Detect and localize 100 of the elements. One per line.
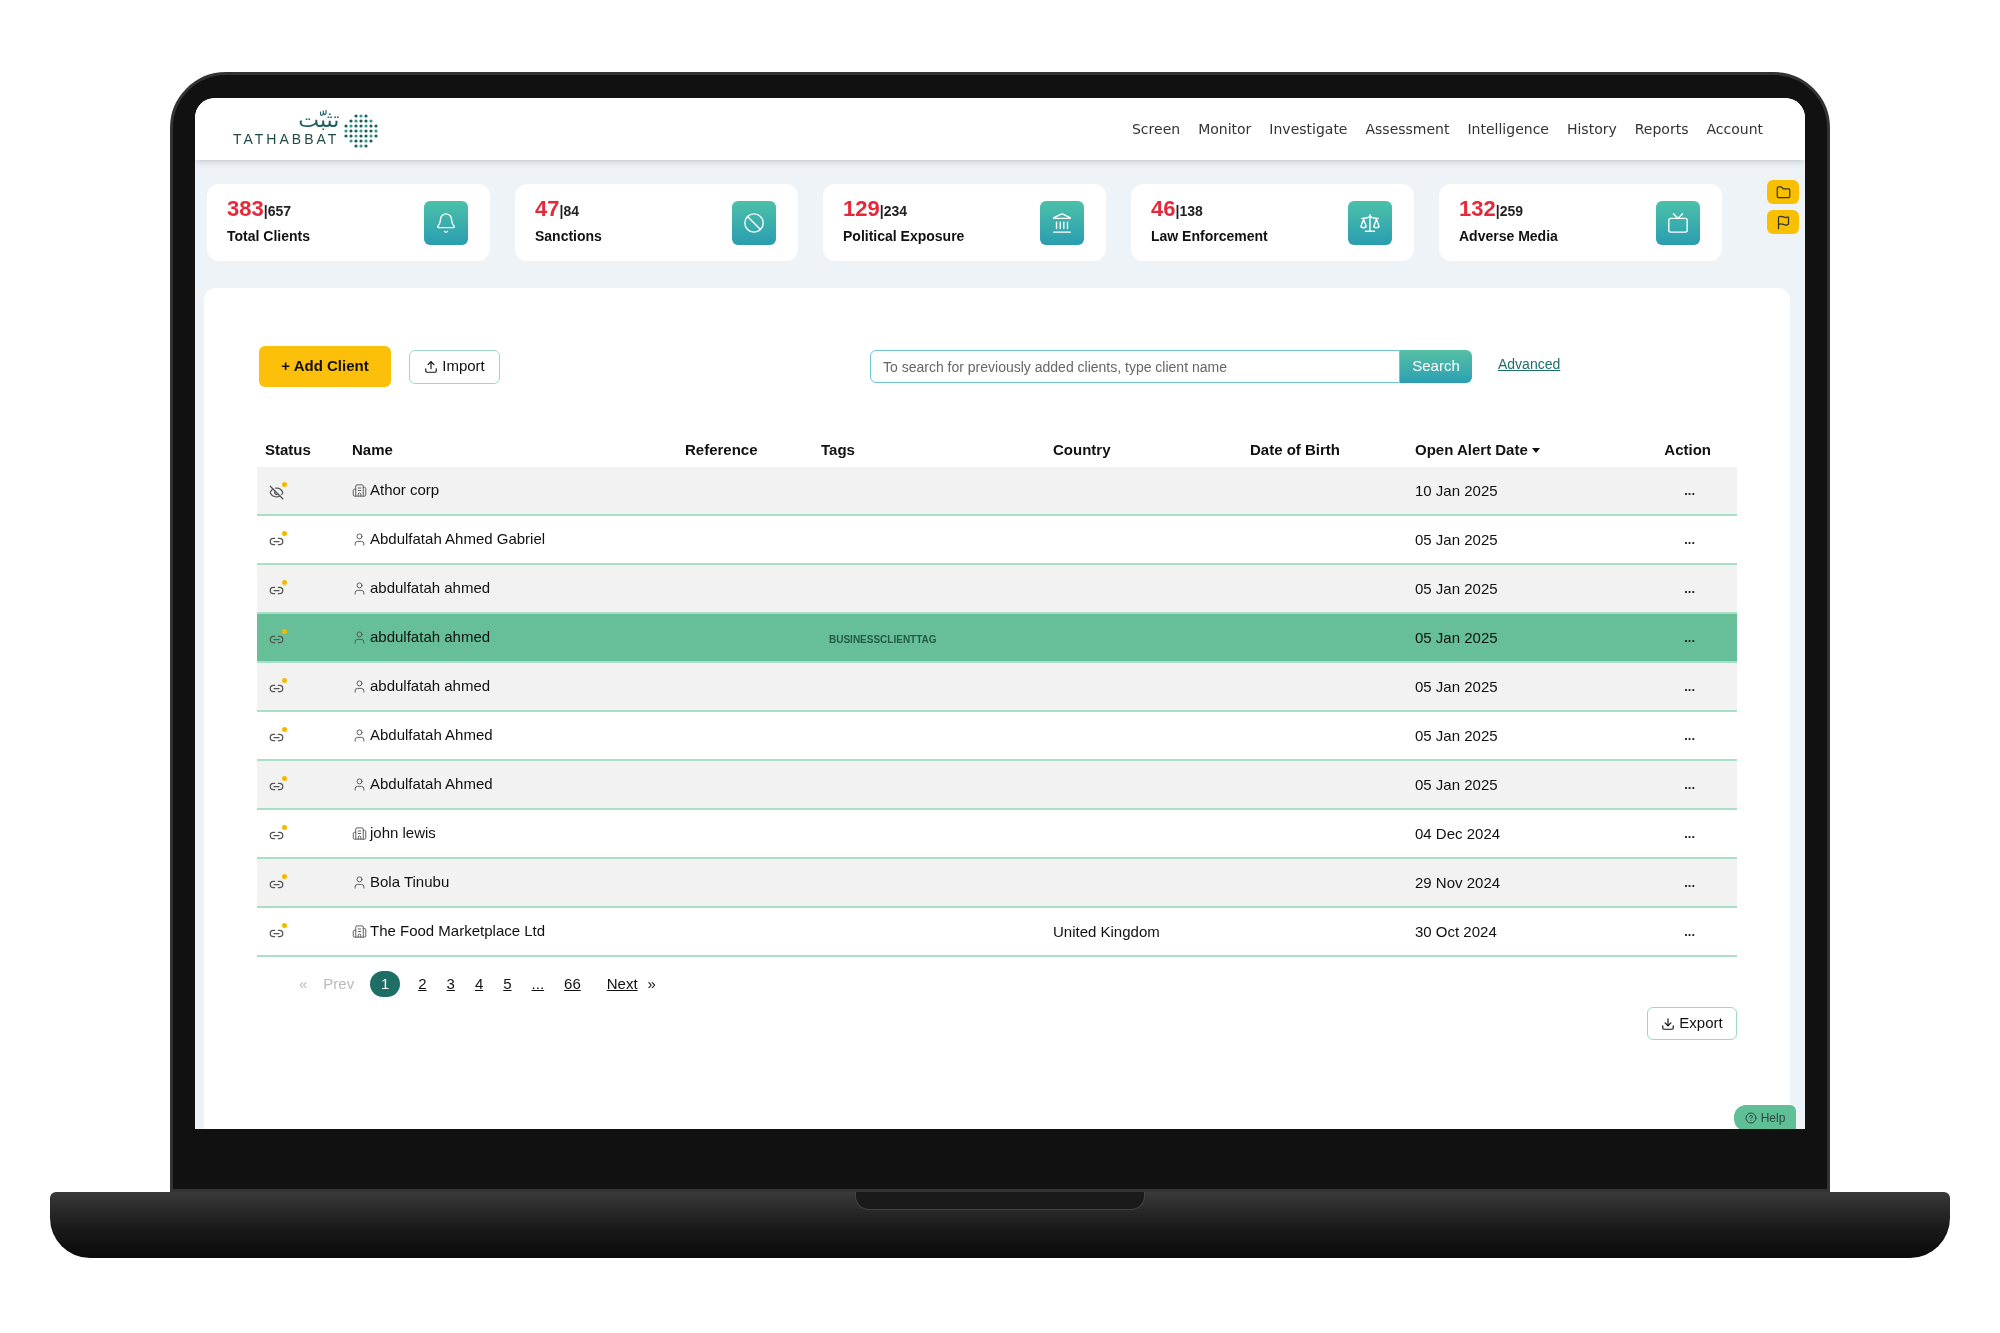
- client-name: The Food Marketplace Ltd: [370, 921, 546, 942]
- table-row[interactable]: abdulfatah ahmed BUSINESSCLIENTTAG 05 Jan 2025 ...: [257, 614, 1737, 663]
- table-cell: 05 Jan 2025: [1415, 677, 1498, 695]
- stat-total: |138: [1175, 203, 1203, 221]
- client-name: Bola Tinubu: [370, 872, 450, 893]
- page-link[interactable]: 2: [416, 972, 429, 996]
- logo-arabic-text: تثبّت: [298, 109, 340, 132]
- column-header[interactable]: Action: [1664, 438, 1711, 462]
- tag-label: BUSINESSCLIENTTAG: [829, 633, 937, 645]
- person-icon: [352, 777, 367, 792]
- nav-link[interactable]: Intelligence: [1467, 118, 1549, 140]
- search-field[interactable]: To search for previously added clients, type client name: [870, 350, 1400, 383]
- more-actions-button[interactable]: ...: [1684, 778, 1695, 791]
- folder-icon: [1775, 184, 1791, 200]
- table-row[interactable]: Abdulfatah Ahmed 05 Jan 2025 ...: [257, 761, 1737, 810]
- logo-text: TATHABBAT: [233, 131, 340, 149]
- more-actions-button[interactable]: ...: [1684, 484, 1695, 497]
- table-cell: 05 Jan 2025: [1415, 775, 1498, 793]
- building-icon: [352, 924, 367, 939]
- client-name: Abdulfatah Ahmed: [370, 725, 493, 746]
- more-actions-button[interactable]: ...: [1684, 729, 1695, 742]
- page-link[interactable]: 4: [472, 972, 486, 996]
- table-cell: 04 Dec 2024: [1415, 824, 1501, 842]
- nav-link[interactable]: Screen: [1132, 118, 1181, 140]
- table-cell: 05 Jan 2025: [1415, 530, 1498, 548]
- table-cell: 05 Jan 2025: [1415, 726, 1498, 744]
- upload-icon: [424, 359, 439, 374]
- nav-link[interactable]: Account: [1706, 118, 1763, 140]
- building-icon: [352, 826, 367, 841]
- folder-button[interactable]: [1767, 180, 1799, 204]
- column-header[interactable]: Tags: [821, 438, 855, 462]
- page-link[interactable]: 66: [562, 972, 583, 996]
- stat-label: Political Exposure: [843, 227, 965, 246]
- last-page-arrow[interactable]: »: [647, 972, 656, 996]
- client-name: abdulfatah ahmed: [370, 578, 491, 599]
- nav-link[interactable]: Monitor: [1198, 118, 1252, 140]
- column-header[interactable]: Status: [265, 438, 311, 462]
- more-actions-button[interactable]: ...: [1684, 827, 1695, 840]
- ban-icon: [732, 200, 776, 245]
- more-actions-button[interactable]: ...: [1684, 925, 1695, 938]
- column-header[interactable]: Reference: [685, 438, 758, 462]
- table-cell: 05 Jan 2025: [1415, 628, 1498, 646]
- column-header[interactable]: Name: [352, 438, 393, 462]
- nav-link[interactable]: History: [1566, 118, 1617, 140]
- nav-link[interactable]: Investigate: [1269, 118, 1348, 140]
- stat-value: 47: [535, 198, 560, 220]
- stat-value: 132: [1459, 198, 1496, 220]
- sort-caret-icon: [1531, 447, 1540, 453]
- table-row[interactable]: abdulfatah ahmed 05 Jan 2025 ...: [257, 663, 1737, 712]
- person-icon: [352, 875, 367, 890]
- column-header[interactable]: Country: [1053, 438, 1111, 462]
- nav-link[interactable]: Assessment: [1365, 118, 1450, 140]
- help-icon: [1744, 1112, 1757, 1124]
- more-actions-button[interactable]: ...: [1684, 582, 1695, 595]
- more-actions-button[interactable]: ...: [1684, 631, 1695, 644]
- table-row[interactable]: abdulfatah ahmed 05 Jan 2025 ...: [257, 565, 1737, 614]
- globe-logo-icon: [343, 112, 380, 149]
- stat-total: |234: [879, 203, 907, 221]
- download-icon: [1661, 1016, 1676, 1031]
- stat-label: Adverse Media: [1459, 227, 1558, 246]
- page-link[interactable]: 1: [370, 971, 401, 997]
- nav-link[interactable]: Reports: [1634, 118, 1689, 140]
- stat-total: |657: [263, 203, 291, 221]
- import-button[interactable]: Import: [409, 349, 500, 384]
- next-page-link[interactable]: Next: [606, 972, 638, 996]
- more-actions-button[interactable]: ...: [1684, 876, 1695, 889]
- more-actions-button[interactable]: ...: [1684, 680, 1695, 693]
- table-cell: 05 Jan 2025: [1415, 579, 1498, 597]
- page-link[interactable]: 5: [501, 972, 514, 996]
- client-name: abdulfatah ahmed: [370, 627, 491, 648]
- column-header[interactable]: Open Alert Date: [1415, 438, 1540, 462]
- help-button[interactable]: Help: [1734, 1105, 1796, 1129]
- table-cell: 10 Jan 2025: [1415, 481, 1498, 499]
- client-name: john lewis: [370, 823, 436, 844]
- client-name: Abdulfatah Ahmed Gabriel: [370, 529, 546, 550]
- table-cell: 29 Nov 2024: [1415, 873, 1501, 891]
- more-actions-button[interactable]: ...: [1684, 533, 1695, 546]
- client-name: Abdulfatah Ahmed: [370, 774, 493, 795]
- person-icon: [352, 728, 367, 743]
- stat-value: 383: [227, 198, 264, 220]
- add-client-button[interactable]: + Add Client: [259, 346, 391, 387]
- table-row[interactable]: Bola Tinubu 29 Nov 2024 ...: [257, 859, 1737, 908]
- page-link[interactable]: ...: [529, 972, 547, 996]
- table-row[interactable]: Athor corp 10 Jan 2025 ...: [257, 467, 1737, 516]
- flag-icon: [1775, 214, 1791, 230]
- bank-icon: [1040, 200, 1084, 245]
- person-icon: [352, 581, 367, 596]
- advanced-search-link[interactable]: Advanced: [1498, 354, 1561, 375]
- stat-total: |84: [559, 202, 579, 221]
- flag-button[interactable]: [1767, 210, 1799, 234]
- table-cell: United Kingdom: [1053, 922, 1160, 940]
- stat-value: 129: [843, 198, 880, 220]
- client-name: abdulfatah ahmed: [370, 676, 491, 697]
- export-button[interactable]: Export: [1647, 1007, 1737, 1040]
- bell-icon: [424, 200, 468, 245]
- stat-label: Total Clients: [227, 227, 310, 246]
- column-header[interactable]: Date of Birth: [1250, 438, 1340, 462]
- page-link[interactable]: 3: [444, 972, 457, 996]
- stat-label: Sanctions: [535, 227, 602, 246]
- person-icon: [352, 630, 367, 645]
